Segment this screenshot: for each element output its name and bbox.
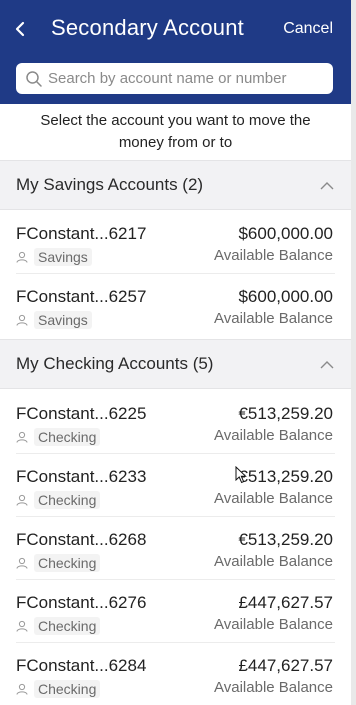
scroll-edge (351, 0, 356, 705)
person-icon (16, 620, 28, 632)
mouse-cursor-icon (235, 466, 247, 484)
account-row[interactable]: FConstant...6284 Checking £447,627.57 Av… (0, 643, 351, 705)
account-name: FConstant...6284 (16, 656, 147, 675)
account-balance: €513,259.20 (238, 530, 333, 549)
account-type: Checking (16, 428, 101, 446)
balance-label: Available Balance (214, 490, 333, 507)
account-type-label: Checking (34, 617, 101, 635)
chevron-left-icon (15, 21, 25, 37)
account-type: Checking (16, 680, 101, 698)
balance-label: Available Balance (214, 310, 333, 327)
instruction-text: Select the account you want to move the … (40, 112, 311, 151)
account-row[interactable]: FConstant...6268 Checking €513,259.20 Av… (0, 517, 351, 580)
account-row[interactable]: FConstant...6217 Savings $600,000.00 Ava… (0, 211, 351, 274)
person-icon (16, 431, 28, 443)
cancel-button[interactable]: Cancel (283, 20, 333, 38)
account-name: FConstant...6217 (16, 224, 147, 243)
balance-label: Available Balance (214, 616, 333, 633)
account-type: Checking (16, 617, 101, 635)
account-type: Savings (16, 311, 92, 329)
account-balance: $600,000.00 (238, 287, 333, 306)
account-row[interactable]: FConstant...6225 Checking €513,259.20 Av… (0, 391, 351, 454)
balance-label: Available Balance (214, 427, 333, 444)
account-type: Checking (16, 491, 101, 509)
balance-label: Available Balance (214, 247, 333, 264)
chevron-up-icon[interactable] (320, 181, 334, 190)
account-balance: $600,000.00 (238, 224, 333, 243)
balance-label: Available Balance (214, 553, 333, 570)
account-type-label: Savings (34, 311, 92, 329)
search-bar[interactable] (16, 63, 333, 94)
balance-label: Available Balance (214, 679, 333, 696)
person-icon (16, 494, 28, 506)
account-name: FConstant...6268 (16, 530, 147, 549)
account-name: FConstant...6225 (16, 404, 147, 423)
account-type-label: Checking (34, 428, 101, 446)
account-type-label: Checking (34, 680, 101, 698)
section-header-checking[interactable]: My Checking Accounts (5) (0, 339, 351, 389)
chevron-up-icon[interactable] (320, 360, 334, 369)
person-icon (16, 251, 28, 263)
account-row[interactable]: FConstant...6257 Savings $600,000.00 Ava… (0, 274, 351, 337)
person-icon (16, 683, 28, 695)
account-name: FConstant...6257 (16, 287, 147, 306)
person-icon (16, 557, 28, 569)
section-title: My Checking Accounts (5) (16, 354, 214, 373)
account-type-label: Savings (34, 248, 92, 266)
search-input[interactable] (48, 67, 326, 90)
account-row[interactable]: FConstant...6276 Checking £447,627.57 Av… (0, 580, 351, 643)
account-name: FConstant...6276 (16, 593, 147, 612)
account-balance: €513,259.20 (238, 404, 333, 423)
account-type-label: Checking (34, 554, 101, 572)
account-type: Savings (16, 248, 92, 266)
section-header-savings[interactable]: My Savings Accounts (2) (0, 160, 351, 210)
person-icon (16, 314, 28, 326)
account-balance: €513,259.20 (238, 467, 333, 486)
header-bar: Secondary Account Cancel (0, 0, 351, 104)
account-balance: £447,627.57 (238, 656, 333, 675)
section-title: My Savings Accounts (2) (16, 175, 204, 194)
account-name: FConstant...6233 (16, 467, 147, 486)
account-type: Checking (16, 554, 101, 572)
back-button[interactable] (12, 17, 30, 41)
page-title: Secondary Account (51, 15, 244, 40)
account-type-label: Checking (34, 491, 101, 509)
account-balance: £447,627.57 (238, 593, 333, 612)
search-icon (26, 71, 42, 87)
account-row[interactable]: FConstant...6233 Checking €513,259.20 Av… (0, 454, 351, 517)
